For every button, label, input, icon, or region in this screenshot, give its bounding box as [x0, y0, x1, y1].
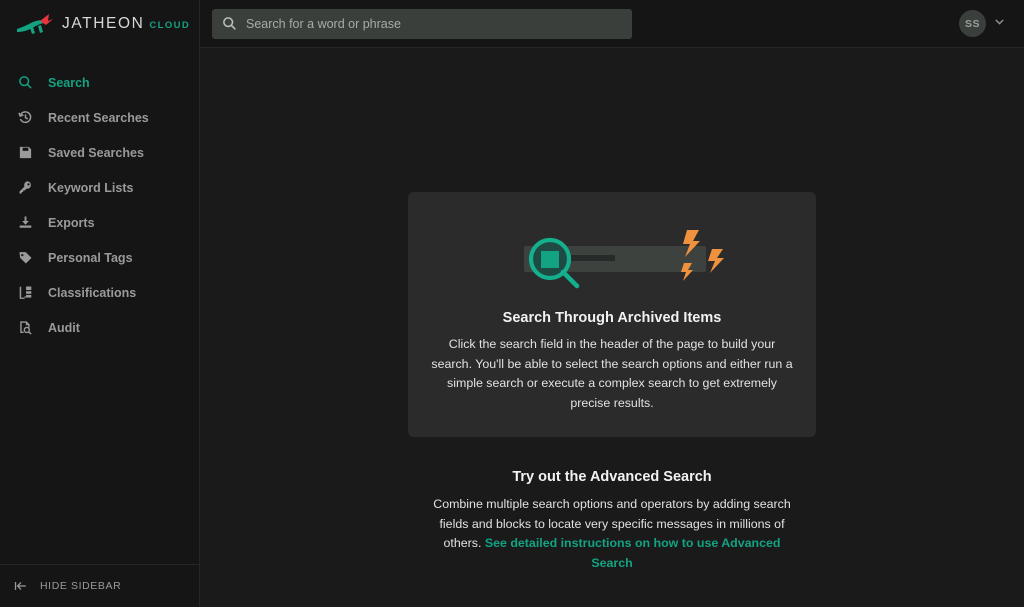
sidebar-item-recent-searches[interactable]: Recent Searches — [0, 100, 199, 135]
search-intro-card: Search Through Archived Items Click the … — [408, 192, 816, 437]
save-disk-icon — [18, 145, 38, 161]
advanced-title: Try out the Advanced Search — [512, 469, 712, 485]
search-icon — [18, 75, 38, 91]
avatar[interactable]: SS — [959, 10, 986, 37]
sidebar-item-label: Audit — [48, 320, 80, 335]
sidebar-item-label: Search — [48, 75, 90, 90]
search-illustration — [524, 230, 724, 289]
brand-sub: CLOUD — [149, 20, 191, 31]
key-icon — [18, 180, 38, 196]
sidebar-item-label: Keyword Lists — [48, 180, 134, 195]
sidebar-item-label: Classifications — [48, 285, 137, 300]
card-title: Search Through Archived Items — [502, 310, 722, 326]
sidebar-item-classifications[interactable]: Classifications — [0, 275, 199, 310]
sidebar-item-keyword-lists[interactable]: Keyword Lists — [0, 170, 199, 205]
advanced-body-wrap: Combine multiple search options and oper… — [422, 495, 802, 573]
card-body: Click the search field in the header of … — [431, 337, 793, 410]
sidebar-item-label: Saved Searches — [48, 145, 144, 160]
sidebar-item-search[interactable]: Search — [0, 65, 199, 100]
sidebar-item-exports[interactable]: Exports — [0, 205, 199, 240]
search-input[interactable] — [246, 16, 622, 31]
sidebar-item-label: Exports — [48, 215, 95, 230]
global-search-bar[interactable] — [212, 8, 632, 39]
user-menu[interactable]: SS — [959, 10, 1006, 37]
content-area: Search Through Archived Items Click the … — [200, 48, 1024, 607]
sidebar-nav: Search Recent Searches Saved Searches Ke… — [0, 65, 199, 345]
main-area: SS — [200, 0, 1024, 607]
download-tray-icon — [18, 215, 38, 231]
top-header: SS — [200, 0, 1024, 48]
sitemap-icon — [18, 285, 38, 301]
search-icon — [222, 16, 237, 31]
sidebar: JATHEON CLOUD Search Recent Searches Sav… — [0, 0, 200, 607]
brand-name: JATHEON — [62, 15, 145, 32]
app-root: JATHEON CLOUD Search Recent Searches Sav… — [0, 0, 1024, 607]
advanced-search-section: Try out the Advanced Search Combine mult… — [422, 469, 802, 573]
fox-logo-icon — [17, 14, 53, 34]
sidebar-item-label: Personal Tags — [48, 250, 133, 265]
sidebar-item-label: Recent Searches — [48, 110, 149, 125]
collapse-left-icon — [14, 580, 28, 592]
sidebar-item-audit[interactable]: Audit — [0, 310, 199, 345]
brand-logo[interactable]: JATHEON CLOUD — [0, 0, 199, 48]
history-icon — [18, 110, 38, 126]
tag-icon — [18, 250, 38, 266]
sidebar-item-saved-searches[interactable]: Saved Searches — [0, 135, 199, 170]
chevron-down-icon[interactable] — [993, 15, 1006, 33]
advanced-search-link[interactable]: See detailed instructions on how to use … — [485, 536, 781, 570]
hide-sidebar-button[interactable]: HIDE SIDEBAR — [0, 564, 199, 607]
hide-sidebar-label: HIDE SIDEBAR — [40, 580, 122, 592]
document-search-icon — [18, 320, 38, 336]
sidebar-item-personal-tags[interactable]: Personal Tags — [0, 240, 199, 275]
